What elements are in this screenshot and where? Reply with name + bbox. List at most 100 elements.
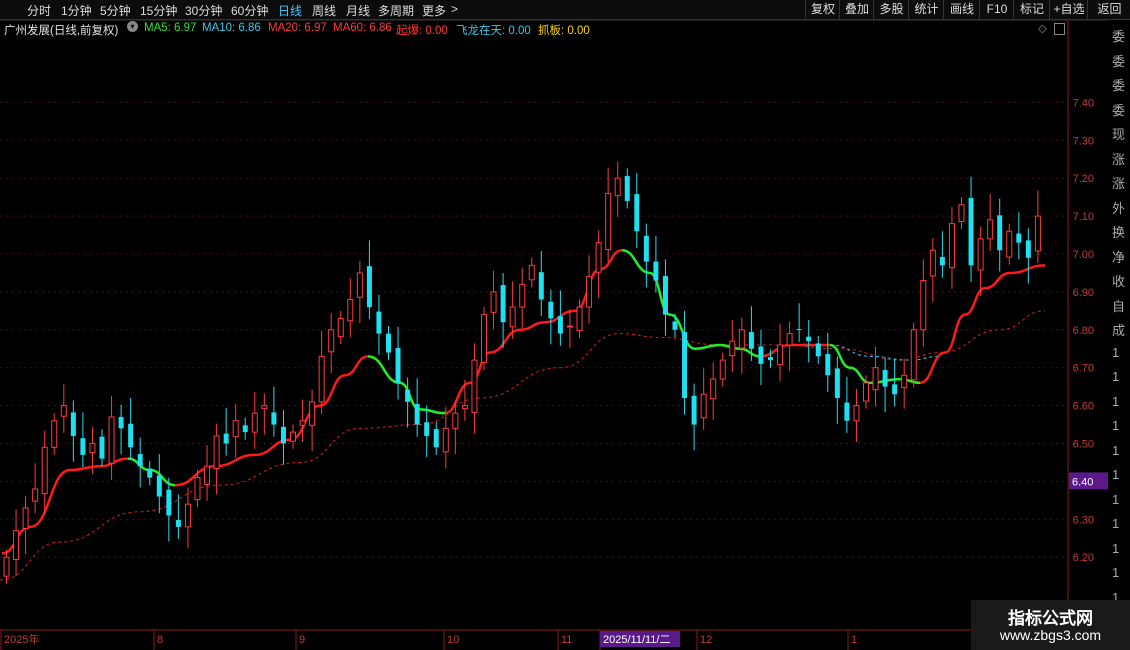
candle-body-up xyxy=(318,355,325,403)
candle-body-up xyxy=(710,378,717,400)
candle-body-down xyxy=(997,215,1003,251)
candle-body-up xyxy=(290,431,296,442)
candle-body-up xyxy=(605,192,612,250)
current-price-label: 6.40 xyxy=(1072,476,1093,488)
candle-body-down xyxy=(1025,240,1031,258)
candle-body-up xyxy=(481,314,487,363)
right-panel-glyph: 1 xyxy=(1112,540,1120,556)
ma-trend-segment xyxy=(919,264,1046,385)
watermark-url: www.zbgs3.com xyxy=(999,627,1102,643)
price-tick-label: 7.20 xyxy=(1073,173,1094,185)
price-tick-label: 6.70 xyxy=(1073,363,1094,375)
candle-body-up xyxy=(261,405,268,410)
candle-body-down xyxy=(691,395,697,425)
candle-body-up xyxy=(920,280,927,331)
candle-body-down xyxy=(557,316,563,334)
date-label: 9 xyxy=(299,634,305,646)
candle-body-up xyxy=(452,412,459,429)
right-panel-glyph: 现 xyxy=(1112,127,1126,142)
candle-body-down xyxy=(128,423,134,448)
candle-body-down xyxy=(1016,233,1022,243)
candle-body-up xyxy=(347,298,354,322)
candle-body-up xyxy=(251,412,258,433)
date-label: 1 xyxy=(851,634,857,646)
candle-body-up xyxy=(108,416,115,464)
price-tick-label: 6.30 xyxy=(1073,514,1094,526)
candle-body-up xyxy=(519,283,526,308)
candle-body-down xyxy=(672,321,678,330)
candle-body-down xyxy=(768,357,773,361)
date-label: 12 xyxy=(700,634,712,646)
candle-body-down xyxy=(414,404,420,425)
right-panel-glyph: 1 xyxy=(1112,393,1120,409)
candle-body-up xyxy=(929,249,936,277)
candle-body-up xyxy=(910,329,917,381)
date-cursor-label: 2025/11/11/二 xyxy=(603,634,670,646)
candle-body-down xyxy=(892,384,898,395)
candle-body-down xyxy=(156,475,162,497)
date-label: 10 xyxy=(447,634,459,646)
watermark: 指标公式网 www.zbgs3.com xyxy=(971,600,1130,650)
candle-body-up xyxy=(595,242,602,273)
candle-body-up xyxy=(328,329,335,353)
candle-body-down xyxy=(834,368,840,399)
candle-body-up xyxy=(614,177,621,197)
candlestick-chart[interactable]: 7.40 7.30 7.20 7.10 7.00 6.90 6.80 6.70 6.60 6.50… xyxy=(0,0,1130,650)
candle-body-up xyxy=(204,465,211,485)
candle-body-up xyxy=(719,359,726,380)
right-panel-glyph: 委 xyxy=(1112,78,1126,93)
candle-body-up xyxy=(863,382,869,402)
candle-body-up xyxy=(1034,215,1041,252)
ma-trend-segment xyxy=(1,457,129,555)
candle-body-up xyxy=(566,325,573,328)
candle-body-up xyxy=(987,219,994,240)
candle-body-down xyxy=(825,354,831,376)
watermark-title: 指标公式网 xyxy=(1008,609,1093,628)
candle-body-up xyxy=(32,488,39,502)
candle-body-up xyxy=(194,477,201,501)
right-side-panel: 委委委委现涨涨外换净收自成11111111111 xyxy=(1108,20,1130,630)
right-panel-glyph: 1 xyxy=(1112,467,1120,482)
candle-body-down xyxy=(758,346,764,364)
right-panel-glyph: 1 xyxy=(1112,491,1120,507)
candle-body-up xyxy=(299,420,306,426)
candle-body-up xyxy=(700,393,707,419)
candle-body-down xyxy=(548,301,554,319)
right-panel-glyph: 1 xyxy=(1112,516,1120,531)
candle-body-up xyxy=(586,276,593,308)
price-tick-label: 7.40 xyxy=(1073,97,1094,109)
ma-trend-segment xyxy=(367,355,446,415)
candle-body-down xyxy=(939,257,945,266)
price-tick-label: 6.60 xyxy=(1073,401,1094,413)
candle-body-up xyxy=(232,420,239,438)
candle-body-down xyxy=(662,275,668,315)
candle-body-down xyxy=(271,412,277,425)
candle-body-down xyxy=(405,389,411,402)
candle-body-up xyxy=(777,344,784,366)
candle-body-down xyxy=(815,343,821,357)
candle-body-down xyxy=(634,194,640,232)
candle-body-down xyxy=(147,468,153,478)
candle-body-up xyxy=(89,443,96,454)
candle-body-down xyxy=(137,454,143,467)
candle-body-down xyxy=(796,329,802,331)
candle-body-up xyxy=(786,333,793,346)
candle-body-up xyxy=(13,530,20,560)
candle-body-up xyxy=(3,556,10,577)
candle-body-down xyxy=(882,369,888,387)
candle-body-up xyxy=(471,359,478,413)
candle-body-up xyxy=(729,340,736,357)
candle-body-up xyxy=(977,238,984,271)
right-panel-glyph: 1 xyxy=(1112,442,1120,458)
right-panel-glyph: 收 xyxy=(1112,274,1126,289)
candle-body-up xyxy=(576,306,583,332)
right-panel-glyph: 1 xyxy=(1112,565,1120,580)
date-label: 8 xyxy=(157,634,163,646)
right-panel-glyph: 1 xyxy=(1112,344,1120,360)
candle-body-down xyxy=(80,438,86,455)
candle-body-up xyxy=(901,374,908,388)
right-panel-glyph: 自 xyxy=(1112,298,1126,314)
candle-body-down xyxy=(386,333,391,353)
candle-body-down xyxy=(99,436,105,459)
candle-body-up xyxy=(738,329,745,349)
